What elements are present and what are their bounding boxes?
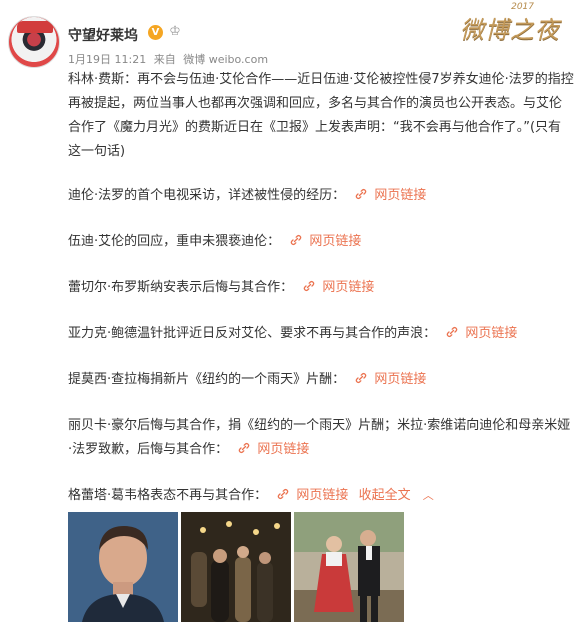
web-link[interactable]: 网页链接: [349, 372, 426, 387]
photo-thumbnail[interactable]: [181, 512, 291, 622]
link-icon: [239, 442, 250, 454]
verified-icon: V: [148, 25, 163, 40]
list-item: 伍迪·艾伦的回应，重申未猥亵迪伦： 网页链接: [68, 230, 574, 254]
event-logo-text: 微博之夜: [460, 16, 560, 44]
web-link[interactable]: 网页链接: [284, 234, 361, 249]
web-link[interactable]: 网页链接: [297, 280, 374, 295]
web-link-label[interactable]: 网页链接: [374, 372, 426, 387]
item-text: 伍迪·艾伦的回应，重申未猥亵迪伦：: [68, 234, 281, 249]
link-icon: [356, 372, 367, 384]
web-link[interactable]: 网页链接: [349, 188, 426, 203]
username[interactable]: 守望好莱坞: [68, 25, 138, 45]
portrait-image: [68, 512, 178, 622]
web-link-label[interactable]: 网页链接: [465, 326, 517, 341]
link-icon: [291, 234, 302, 246]
chevron-up-icon[interactable]: ︿: [423, 484, 434, 508]
post-meta: 1月19日 11:21 来自 微博 weibo.com: [68, 51, 272, 67]
web-link[interactable]: 网页链接: [232, 442, 309, 457]
collapse-button[interactable]: 收起全文: [359, 488, 411, 503]
web-link-label[interactable]: 网页链接: [309, 234, 361, 249]
post-source[interactable]: 微博 weibo.com: [183, 53, 268, 66]
post-intro: 科林·费斯：再不会与伍迪·艾伦合作——近日伍迪·艾伦被控性侵7岁养女迪伦·法罗的…: [68, 72, 574, 159]
link-icon: [304, 280, 315, 292]
event-logo: 2017 微博之夜: [460, 2, 578, 44]
list-item: 迪伦·法罗的首个电视采访，详述被性侵的经历： 网页链接: [68, 184, 574, 208]
post-content: 科林·费斯：再不会与伍迪·艾伦合作——近日伍迪·艾伦被控性侵7岁养女迪伦·法罗的…: [68, 68, 574, 530]
post-date[interactable]: 1月19日 11:21: [68, 53, 146, 66]
source-prefix: 来自: [153, 53, 176, 66]
item-text: 亚力克·鲍德温针批评近日反对艾伦、要求不再与其合作的声浪：: [68, 326, 437, 341]
item-text: 格蕾塔·葛韦格表态不再与其合作：: [68, 488, 268, 503]
avatar[interactable]: [8, 16, 60, 68]
list-item: 蕾切尔·布罗斯纳安表示后悔与其合作： 网页链接: [68, 276, 574, 300]
item-text: 蕾切尔·布罗斯纳安表示后悔与其合作：: [68, 280, 294, 295]
film-still-image: [181, 512, 291, 622]
link-icon: [356, 188, 367, 200]
web-link[interactable]: 网页链接: [271, 488, 352, 503]
item-text: 丽贝卡·豪尔后悔与其合作，捐《纽约的一个雨天》片酬；米拉·索维诺向迪伦和母亲米娅…: [68, 418, 571, 457]
link-icon: [278, 488, 289, 500]
crown-icon[interactable]: ♔: [167, 24, 183, 40]
list-item: 亚力克·鲍德温针批评近日反对艾伦、要求不再与其合作的声浪： 网页链接: [68, 322, 574, 346]
web-link-label[interactable]: 网页链接: [322, 280, 374, 295]
link-icon: [447, 326, 458, 338]
photo-thumbnail[interactable]: [68, 512, 178, 622]
avatar-hat: [17, 21, 53, 33]
list-item: 丽贝卡·豪尔后悔与其合作，捐《纽约的一个雨天》片酬；米拉·索维诺向迪伦和母亲米娅…: [68, 414, 574, 462]
weibo-post-card: 守望好莱坞 V ♔ 1月19日 11:21 来自 微博 weibo.com 20…: [0, 0, 582, 633]
web-link-label[interactable]: 网页链接: [374, 188, 426, 203]
list-item: 提莫西·查拉梅捐新片《纽约的一个雨天》片酬： 网页链接: [68, 368, 574, 392]
web-link-label[interactable]: 网页链接: [257, 442, 309, 457]
web-link-label[interactable]: 网页链接: [296, 488, 348, 503]
item-text: 迪伦·法罗的首个电视采访，详述被性侵的经历：: [68, 188, 346, 203]
item-text: 提莫西·查拉梅捐新片《纽约的一个雨天》片酬：: [68, 372, 346, 387]
list-item: 格蕾塔·葛韦格表态不再与其合作： 网页链接 收起全文 ︿: [68, 484, 574, 508]
photo-thumbnail[interactable]: [294, 512, 404, 622]
film-still-image: [294, 512, 404, 622]
web-link[interactable]: 网页链接: [440, 326, 517, 341]
